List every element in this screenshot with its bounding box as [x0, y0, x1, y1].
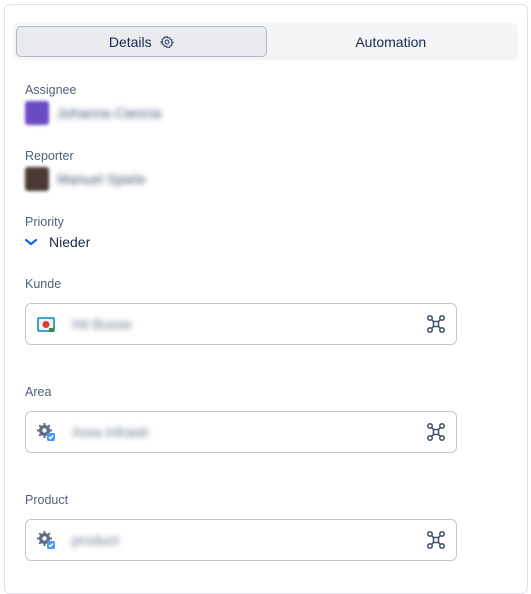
- product-field[interactable]: product: [25, 519, 457, 561]
- gear-icon[interactable]: [159, 35, 174, 49]
- tab-automation-label: Automation: [355, 33, 427, 50]
- assignee-field[interactable]: Johanna Ciencia: [25, 101, 161, 125]
- avatar: [25, 101, 49, 125]
- gear-object-icon: [36, 530, 56, 550]
- reporter-name: Manuel Spiele: [57, 171, 146, 187]
- panel-tabs: Details Automation: [13, 23, 518, 60]
- issue-details-panel: Details Automation: [4, 4, 528, 594]
- priority-field[interactable]: Nieder: [25, 234, 90, 250]
- kunde-field[interactable]: Hit Busse: [25, 303, 457, 345]
- product-label: Product: [25, 493, 69, 507]
- tab-automation[interactable]: Automation: [267, 26, 516, 57]
- reporter-field[interactable]: Manuel Spiele: [25, 167, 146, 191]
- kunde-value: Hit Busse: [72, 316, 132, 332]
- object-graph-icon[interactable]: [426, 314, 446, 334]
- product-value: product: [72, 532, 119, 548]
- area-label: Area: [25, 385, 52, 399]
- avatar: [25, 167, 49, 191]
- kunde-label: Kunde: [25, 277, 62, 291]
- priority-value: Nieder: [49, 234, 91, 250]
- area-field[interactable]: Area Infrastr: [25, 411, 457, 453]
- customer-object-icon: [36, 314, 56, 334]
- gear-object-icon: [36, 422, 56, 442]
- reporter-label: Reporter: [25, 149, 74, 163]
- area-value: Area Infrastr: [72, 424, 150, 440]
- assignee-name: Johanna Ciencia: [57, 105, 162, 121]
- priority-label: Priority: [25, 215, 64, 229]
- object-graph-icon[interactable]: [426, 530, 446, 550]
- tab-details-label: Details: [108, 33, 152, 50]
- tab-details[interactable]: Details: [16, 26, 267, 57]
- chevron-down-icon: [25, 237, 37, 247]
- object-graph-icon[interactable]: [426, 422, 446, 442]
- assignee-label: Assignee: [25, 83, 77, 97]
